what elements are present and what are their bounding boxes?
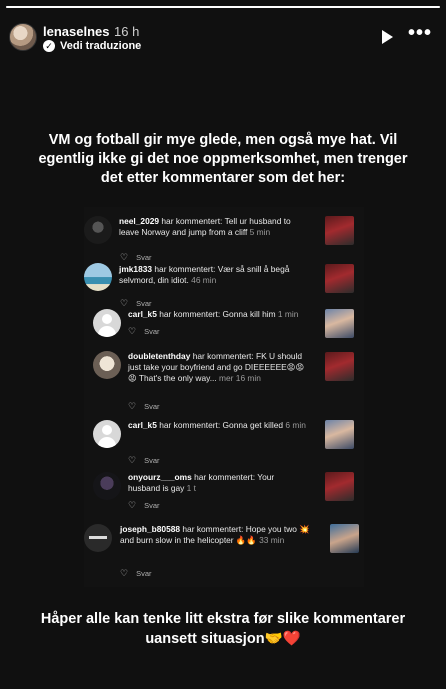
comment-item: onyourz___oms har kommentert: Your husba… bbox=[84, 471, 364, 517]
comment-time: 33 min bbox=[259, 535, 285, 546]
translate-link[interactable]: ✓ Vedi traduzione bbox=[43, 40, 141, 52]
post-time: 16 h bbox=[114, 24, 140, 39]
comment-actions: ♡ Svar bbox=[128, 326, 160, 337]
translate-icon: ✓ bbox=[43, 40, 55, 52]
more-icon: ••• bbox=[407, 22, 432, 44]
comment-username: jmk1833 bbox=[119, 264, 153, 274]
comment-username: neel_2029 bbox=[119, 216, 160, 226]
comment-actions: ♡ Svar bbox=[128, 455, 160, 466]
comment-username: onyourz___oms bbox=[128, 472, 192, 482]
comment-username: doubletenthday bbox=[128, 351, 191, 361]
commenter-avatar bbox=[84, 263, 112, 291]
comment-item: neel_2029 har kommentert: Tell ur husban… bbox=[84, 216, 364, 263]
heart-icon[interactable]: ♡ bbox=[120, 568, 128, 579]
post-thumbnail bbox=[325, 216, 354, 245]
translate-label: Vedi traduzione bbox=[60, 40, 142, 52]
comment-action: har kommentert: bbox=[182, 524, 244, 534]
reply-button[interactable]: Svar bbox=[144, 501, 159, 510]
comment-text-block: onyourz___oms har kommentert: Your husba… bbox=[128, 472, 308, 494]
play-icon bbox=[382, 30, 393, 44]
comment-action: har kommentert: bbox=[159, 420, 221, 430]
comment-action: har kommentert: bbox=[154, 264, 216, 274]
commenter-avatar bbox=[84, 216, 112, 244]
more-options-button[interactable]: ••• bbox=[406, 23, 434, 46]
comment-action: har kommentert: bbox=[194, 472, 256, 482]
reply-button[interactable]: Svar bbox=[144, 456, 159, 465]
comment-time: 6 min bbox=[285, 420, 306, 430]
comment-body: Gonna get killed bbox=[222, 420, 284, 430]
comment-time: 5 min bbox=[249, 227, 271, 238]
comments-screenshot: neel_2029 har kommentert: Tell ur husban… bbox=[84, 207, 364, 587]
reply-button[interactable]: Svar bbox=[136, 569, 151, 578]
comment-text-block: doubletenthday har kommentert: FK U shou… bbox=[128, 351, 308, 385]
comment-item: joseph_b80588 har kommentert: Hope you t… bbox=[84, 523, 364, 583]
comment-time: mer 16 min bbox=[219, 373, 261, 384]
commenter-avatar bbox=[84, 524, 112, 552]
story-progress-fill bbox=[6, 6, 440, 8]
comment-text-block: jmk1833 har kommentert: Vær så snill å b… bbox=[119, 264, 309, 286]
comment-time: 1 t bbox=[186, 483, 196, 494]
post-thumbnail bbox=[330, 524, 359, 553]
post-thumbnail bbox=[325, 472, 354, 501]
heart-icon[interactable]: ♡ bbox=[128, 500, 136, 511]
comment-action: har kommentert: bbox=[159, 309, 221, 319]
post-thumbnail bbox=[325, 352, 354, 381]
comment-text-block: joseph_b80588 har kommentert: Hope you t… bbox=[120, 524, 316, 546]
heart-icon[interactable]: ♡ bbox=[128, 326, 136, 337]
comment-item: doubletenthday har kommentert: FK U shou… bbox=[84, 350, 364, 412]
comment-actions: ♡ Svar bbox=[128, 401, 160, 412]
play-button[interactable] bbox=[378, 28, 396, 46]
avatar[interactable] bbox=[9, 23, 37, 51]
comment-actions: ♡ Svar bbox=[120, 568, 152, 579]
comment-text-block: carl_k5 har kommentert: Gonna kill him 1… bbox=[128, 309, 318, 320]
comment-item: carl_k5 har kommentert: Gonna get killed… bbox=[84, 419, 364, 465]
comment-text-block: carl_k5 har kommentert: Gonna get killed… bbox=[128, 420, 308, 431]
post-thumbnail bbox=[325, 420, 354, 449]
comment-username: carl_k5 bbox=[128, 309, 157, 319]
commenter-avatar bbox=[93, 420, 121, 448]
heart-icon[interactable]: ♡ bbox=[128, 401, 136, 412]
comment-action: har kommentert: bbox=[161, 216, 223, 226]
commenter-avatar bbox=[93, 309, 121, 337]
story-footer-text: Håper alle kan tenke litt ekstra før sli… bbox=[40, 611, 406, 647]
story-progress-bar bbox=[6, 6, 440, 8]
reply-button[interactable]: Svar bbox=[144, 402, 159, 411]
post-thumbnail bbox=[325, 264, 354, 293]
comment-actions: ♡ Svar bbox=[128, 500, 160, 511]
commenter-avatar bbox=[93, 472, 121, 500]
comment-actions: ♡ Svar bbox=[120, 252, 152, 263]
comment-item: carl_k5 har kommentert: Gonna kill him 1… bbox=[84, 308, 364, 344]
post-thumbnail bbox=[325, 309, 354, 338]
comment-action: har kommentert: bbox=[192, 351, 254, 361]
comment-username: joseph_b80588 bbox=[120, 524, 181, 534]
reply-button[interactable]: Svar bbox=[136, 299, 151, 308]
comment-text-block: neel_2029 har kommentert: Tell ur husban… bbox=[119, 216, 309, 238]
story-header: lenaselnes 16 h ✓ Vedi traduzione ••• bbox=[0, 16, 446, 60]
reply-button[interactable]: Svar bbox=[144, 327, 159, 336]
comment-time: 46 min bbox=[191, 275, 217, 286]
commenter-avatar bbox=[93, 351, 121, 379]
comment-item: jmk1833 har kommentert: Vær så snill å b… bbox=[84, 263, 364, 309]
reply-button[interactable]: Svar bbox=[136, 253, 151, 262]
username[interactable]: lenaselnes bbox=[43, 24, 110, 39]
comment-username: carl_k5 bbox=[128, 420, 157, 430]
heart-icon[interactable]: ♡ bbox=[120, 252, 128, 263]
story-viewer: lenaselnes 16 h ✓ Vedi traduzione ••• VM… bbox=[0, 0, 446, 689]
comment-body: Gonna kill him bbox=[222, 309, 276, 319]
heart-icon[interactable]: ♡ bbox=[128, 455, 136, 466]
comment-time: 1 min bbox=[277, 309, 299, 319]
story-headline: VM og fotball gir mye glede, men også my… bbox=[38, 132, 408, 186]
